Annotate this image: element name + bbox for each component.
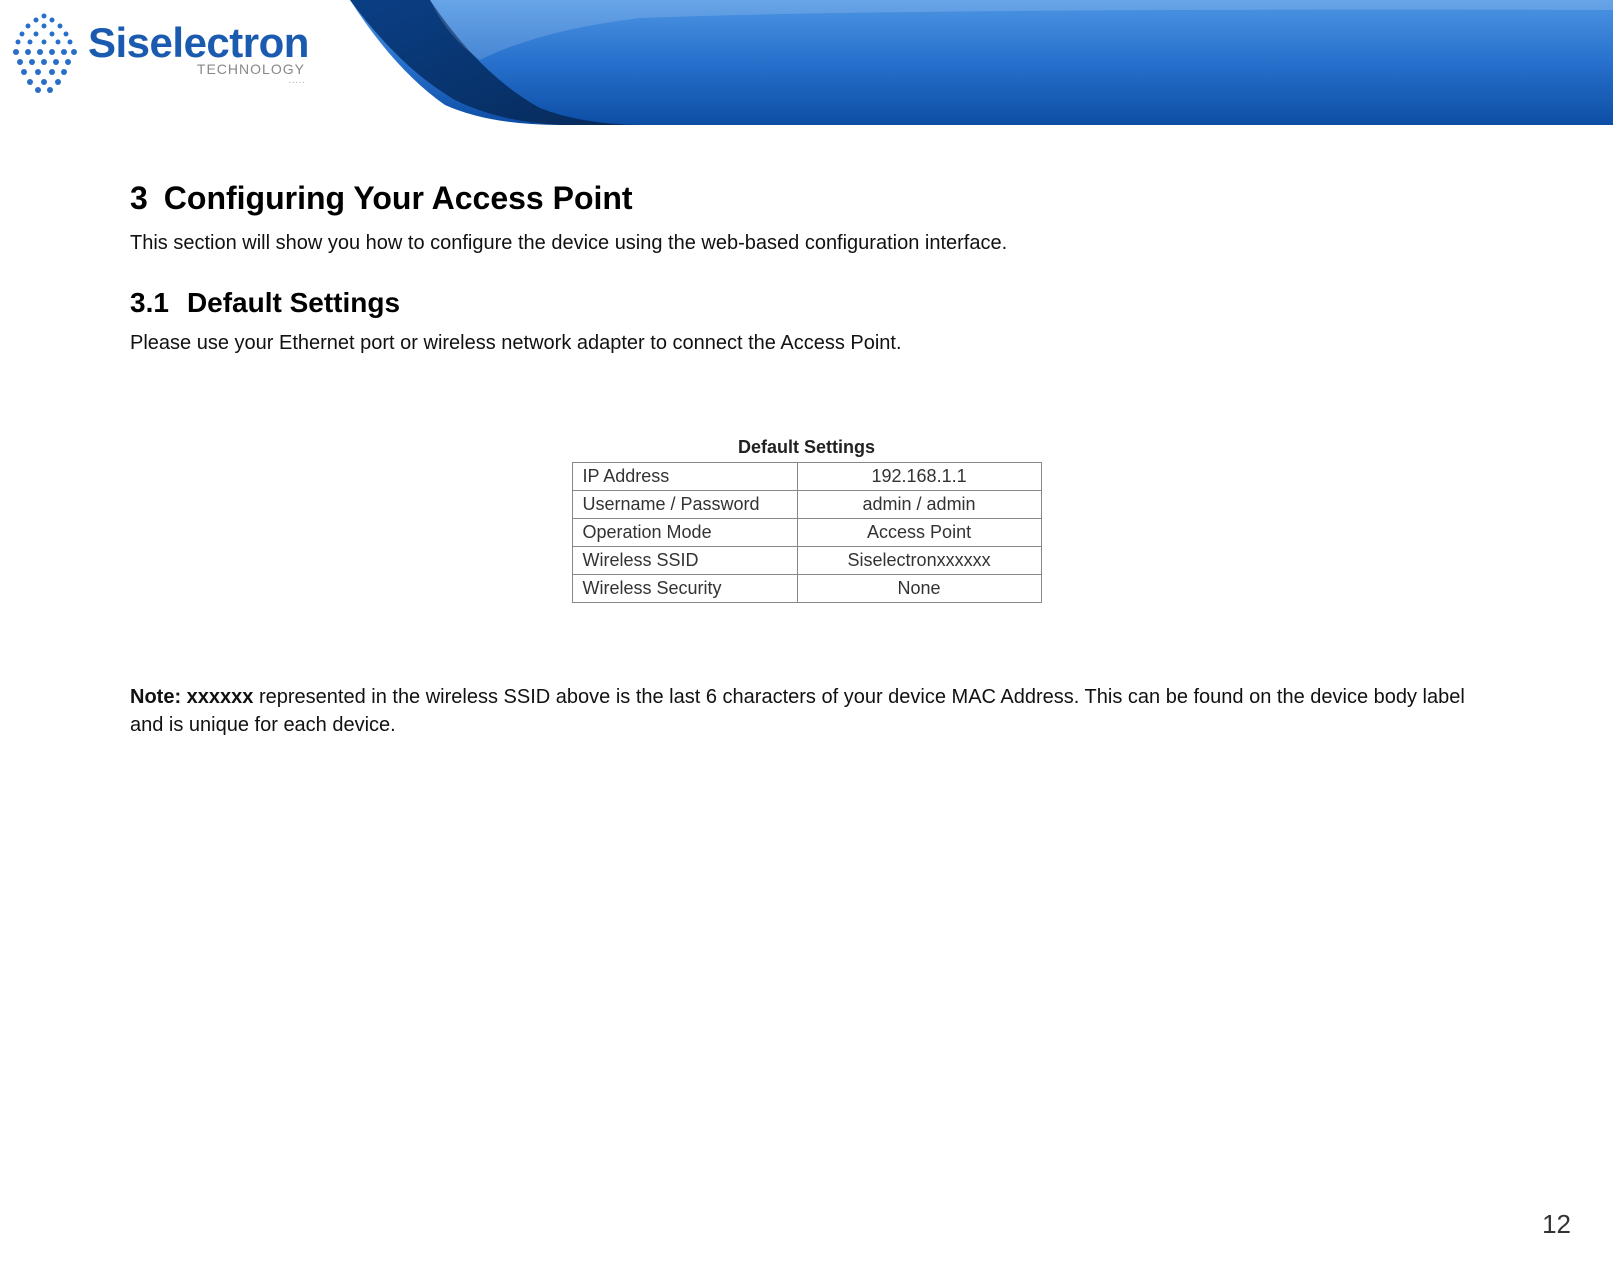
subsection-intro: Please use your Ethernet port or wireles… [130, 329, 1483, 357]
table-caption: Default Settings [572, 437, 1042, 462]
table-row: IP Address 192.168.1.1 [572, 463, 1041, 491]
note-prefix: Note: xxxxxx [130, 686, 253, 708]
subsection-heading: 3.1 Default Settings [130, 287, 1483, 319]
note-body: represented in the wireless SSID above i… [130, 686, 1465, 736]
table-row: Username / Password admin / admin [572, 491, 1041, 519]
table-cell-value: Access Point [797, 519, 1041, 547]
logo-subtitle: TECHNOLOGY [88, 61, 305, 77]
table-row: Wireless Security None [572, 575, 1041, 603]
table-cell-value: Siselectronxxxxxx [797, 547, 1041, 575]
note-paragraph: Note: xxxxxx represented in the wireless… [130, 683, 1483, 739]
section-heading: 3 Configuring Your Access Point [130, 180, 1483, 217]
table-cell-label: Username / Password [572, 491, 797, 519]
logo-tagline: ····· [88, 77, 305, 88]
subsection-number: 3.1 [130, 287, 169, 319]
header-banner: Siselectron TECHNOLOGY ····· [0, 0, 1613, 125]
table-cell-value: admin / admin [797, 491, 1041, 519]
section-intro: This section will show you how to config… [130, 229, 1483, 257]
table-cell-label: Wireless SSID [572, 547, 797, 575]
default-settings-table: Default Settings IP Address 192.168.1.1 … [572, 437, 1042, 603]
logo-icon [10, 10, 78, 96]
section-number: 3 [130, 180, 148, 217]
table-cell-label: IP Address [572, 463, 797, 491]
logo: Siselectron TECHNOLOGY ····· [10, 10, 309, 96]
table-row: Wireless SSID Siselectronxxxxxx [572, 547, 1041, 575]
section-title: Configuring Your Access Point [164, 180, 633, 216]
table-cell-label: Operation Mode [572, 519, 797, 547]
page-content: 3 Configuring Your Access Point This sect… [0, 125, 1613, 739]
table-cell-label: Wireless Security [572, 575, 797, 603]
table-cell-value: 192.168.1.1 [797, 463, 1041, 491]
page-number: 12 [1542, 1209, 1571, 1240]
logo-text-block: Siselectron TECHNOLOGY ····· [88, 19, 309, 88]
table-cell-value: None [797, 575, 1041, 603]
table-row: Operation Mode Access Point [572, 519, 1041, 547]
logo-name: Siselectron [88, 19, 309, 67]
settings-table-wrap: Default Settings IP Address 192.168.1.1 … [130, 437, 1483, 603]
subsection-title: Default Settings [187, 287, 400, 318]
